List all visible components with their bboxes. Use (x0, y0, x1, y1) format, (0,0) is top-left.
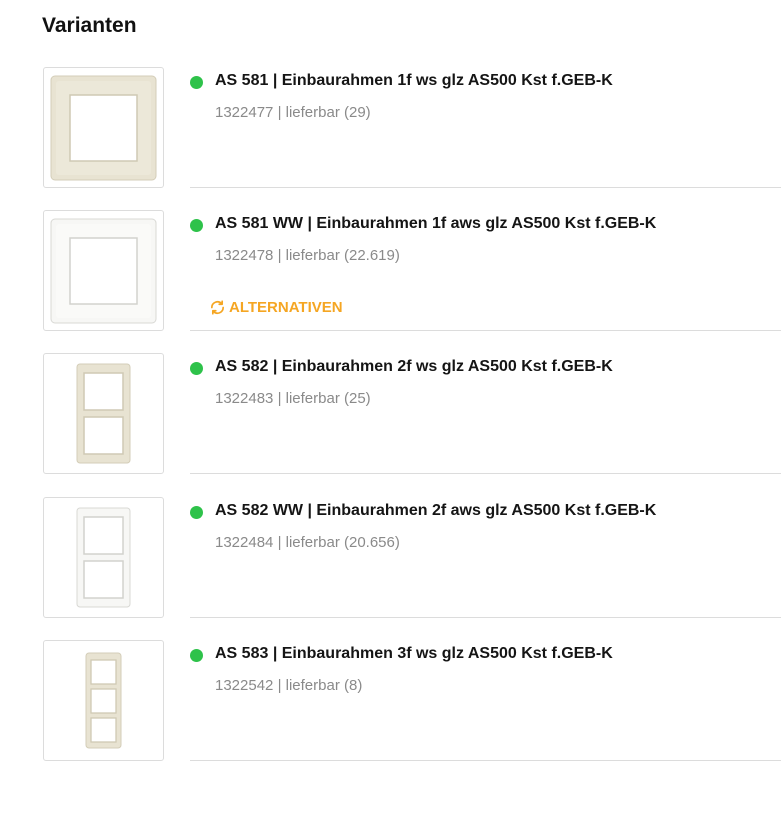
variant-thumbnail[interactable] (43, 353, 164, 474)
variant-meta: 1322542 | lieferbar (8) (215, 677, 363, 694)
divider (190, 760, 781, 761)
frame-1f-cream-image (50, 75, 157, 181)
variant-title[interactable]: AS 581 | Einbaurahmen 1f ws glz AS500 Ks… (215, 72, 613, 90)
variant-title[interactable]: AS 582 WW | Einbaurahmen 2f aws glz AS50… (215, 502, 656, 520)
divider (190, 187, 781, 188)
frame-3f-cream-image (85, 652, 122, 749)
variant-thumbnail[interactable] (43, 67, 164, 188)
section-title: Varianten (42, 14, 137, 37)
variant-title[interactable]: AS 582 | Einbaurahmen 2f ws glz AS500 Ks… (215, 358, 613, 376)
variant-item: AS 583 | Einbaurahmen 3f ws glz AS500 Ks… (0, 640, 781, 784)
variant-item: AS 582 | Einbaurahmen 2f ws glz AS500 Ks… (0, 353, 781, 497)
divider (190, 473, 781, 474)
refresh-icon (210, 300, 225, 315)
variant-meta: 1322483 | lieferbar (25) (215, 390, 371, 407)
status-available-dot (190, 362, 203, 375)
variant-meta: 1322484 | lieferbar (20.656) (215, 534, 400, 551)
variant-item: AS 581 WW | Einbaurahmen 1f aws glz AS50… (0, 210, 781, 354)
alternatives-label: ALTERNATIVEN (229, 299, 343, 316)
status-available-dot (190, 219, 203, 232)
divider (190, 617, 781, 618)
status-available-dot (190, 649, 203, 662)
variant-thumbnail[interactable] (43, 210, 164, 331)
divider (190, 330, 781, 331)
alternatives-link[interactable]: ALTERNATIVEN (209, 299, 343, 316)
frame-1f-white-image (50, 218, 157, 324)
variant-thumbnail[interactable] (43, 640, 164, 761)
variant-item: AS 582 WW | Einbaurahmen 2f aws glz AS50… (0, 497, 781, 641)
variant-thumbnail[interactable] (43, 497, 164, 618)
variant-title[interactable]: AS 581 WW | Einbaurahmen 1f aws glz AS50… (215, 215, 656, 233)
frame-2f-cream-image (76, 363, 131, 464)
frame-2f-white-image (76, 507, 131, 608)
variant-item: AS 581 | Einbaurahmen 1f ws glz AS500 Ks… (0, 67, 781, 211)
variant-title[interactable]: AS 583 | Einbaurahmen 3f ws glz AS500 Ks… (215, 645, 613, 663)
variant-meta: 1322477 | lieferbar (29) (215, 104, 371, 121)
status-available-dot (190, 506, 203, 519)
variants-section: Varianten AS 581 | Einbaurahmen 1f ws gl… (0, 0, 781, 825)
status-available-dot (190, 76, 203, 89)
variant-meta: 1322478 | lieferbar (22.619) (215, 247, 400, 264)
